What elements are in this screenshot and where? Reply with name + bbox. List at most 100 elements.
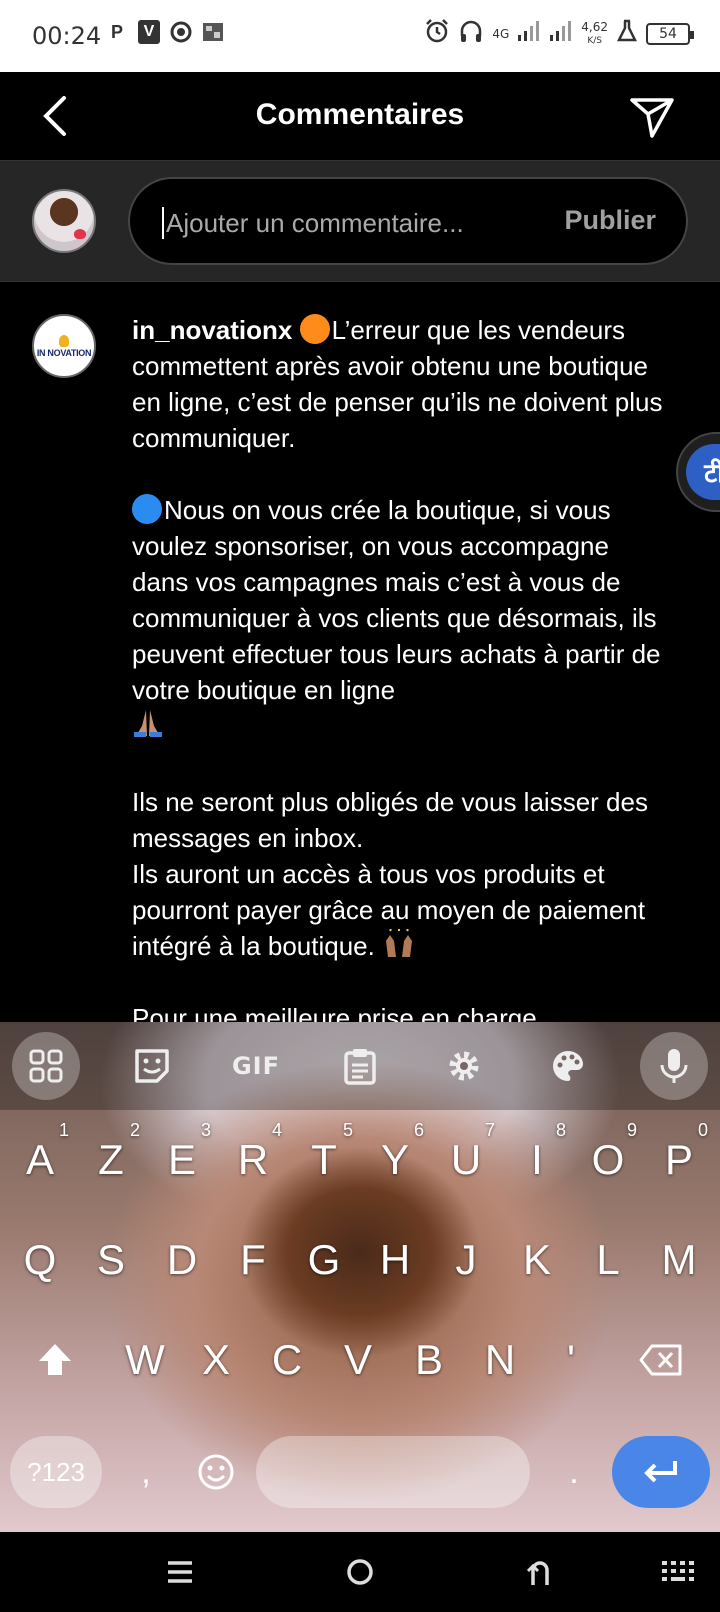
gif-button[interactable]: GIF — [222, 1032, 290, 1100]
key[interactable]: N — [465, 1312, 535, 1408]
signal-2-icon — [549, 20, 573, 47]
key[interactable]: J — [431, 1212, 501, 1308]
key-hint: 6 — [413, 1120, 424, 1140]
key[interactable]: W — [110, 1312, 180, 1408]
key[interactable]: X — [181, 1312, 251, 1408]
share-button[interactable] — [628, 92, 676, 140]
backspace-icon — [639, 1344, 682, 1376]
key[interactable]: F — [218, 1212, 288, 1308]
key-hint: 7 — [484, 1120, 495, 1140]
lightbulb-icon — [59, 334, 69, 347]
key[interactable]: E3 — [147, 1112, 217, 1208]
key[interactable]: I8 — [502, 1112, 572, 1208]
image-icon — [202, 20, 224, 44]
key[interactable]: C — [252, 1312, 322, 1408]
key-label: P — [664, 1136, 693, 1183]
keyboard-toggle-button[interactable] — [656, 1550, 700, 1594]
key-hint: 1 — [58, 1120, 69, 1140]
keyboard-row-2: Q S D F G H J K L M — [0, 1212, 720, 1312]
enter-key[interactable] — [612, 1436, 710, 1508]
symbols-key[interactable]: ?123 — [10, 1436, 102, 1508]
key-hint: 9 — [626, 1120, 637, 1140]
comment-username[interactable]: in_novationx — [132, 315, 292, 345]
home-button[interactable] — [338, 1550, 382, 1594]
apps-grid-button[interactable] — [12, 1032, 80, 1100]
comment-input-container[interactable]: Publier — [128, 177, 688, 265]
grid-icon — [29, 1049, 63, 1083]
key-hint: 4 — [271, 1120, 282, 1140]
keyboard-bottom-row: ?123 , . — [0, 1426, 720, 1526]
key-hint: 0 — [697, 1120, 708, 1140]
theme-button[interactable] — [534, 1032, 602, 1100]
voice-input-button[interactable] — [640, 1032, 708, 1100]
menu-icon — [168, 1561, 192, 1583]
key-label: E — [167, 1136, 196, 1183]
comment-paragraph-4: Pour une meilleure prise en charge — [132, 1003, 537, 1022]
key[interactable]: D — [147, 1212, 217, 1308]
comment-input[interactable] — [162, 207, 542, 239]
publish-button[interactable]: Publier — [564, 205, 656, 236]
key[interactable]: S — [76, 1212, 146, 1308]
comment-input-bar: Publier — [0, 160, 720, 282]
key-label: R — [237, 1136, 269, 1183]
key[interactable]: P0 — [644, 1112, 714, 1208]
speed-unit: K/S — [587, 35, 602, 46]
comma-key[interactable]: , — [126, 1436, 166, 1508]
key[interactable]: A1 — [5, 1112, 75, 1208]
key-label: Z — [98, 1136, 124, 1183]
avatar-logo-text: IN NOVATION — [36, 347, 92, 358]
network-label: 4G — [492, 26, 510, 41]
key[interactable]: Y6 — [360, 1112, 430, 1208]
key[interactable]: B — [394, 1312, 464, 1408]
key[interactable]: H — [360, 1212, 430, 1308]
key[interactable]: R4 — [218, 1112, 288, 1208]
author-avatar[interactable]: IN NOVATION — [32, 314, 96, 378]
praying-hands-emoji — [132, 710, 164, 745]
keyboard-row-3: W X C V B N ' — [0, 1312, 720, 1412]
blue-circle-emoji — [132, 494, 162, 524]
status-bar: 00:24 P V 4G 4,62 K/S 54 — [0, 0, 720, 72]
on-screen-keyboard: GIF A1 Z2 E3 R4 T5 Y6 U7 I8 O9 P0 Q S D … — [0, 1022, 720, 1532]
signal-icon — [517, 20, 541, 47]
home-circle-icon — [347, 1559, 373, 1585]
key-label: Y — [380, 1136, 409, 1183]
key[interactable]: ' — [536, 1312, 606, 1408]
back-nav-icon — [526, 1561, 549, 1585]
enter-icon — [644, 1461, 677, 1483]
key[interactable]: M — [644, 1212, 714, 1308]
speed-value: 4,62 — [581, 19, 608, 34]
sticker-icon — [135, 1049, 169, 1083]
back-nav-button[interactable] — [518, 1550, 562, 1594]
period-key[interactable]: . — [554, 1436, 594, 1508]
network-type: 4G — [492, 28, 509, 40]
key[interactable]: T5 — [289, 1112, 359, 1208]
key-label: A — [25, 1136, 54, 1183]
key[interactable]: U7 — [431, 1112, 501, 1208]
status-time: 00:24 — [32, 22, 102, 50]
battery-indicator: 54 — [646, 22, 694, 45]
shift-key[interactable] — [20, 1312, 90, 1408]
key[interactable]: G — [289, 1212, 359, 1308]
recents-button[interactable] — [158, 1550, 202, 1594]
space-key[interactable] — [256, 1436, 530, 1508]
clipboard-button[interactable] — [326, 1032, 394, 1100]
gif-label: GIF — [231, 1052, 281, 1080]
key[interactable]: V — [323, 1312, 393, 1408]
v-icon: V — [138, 20, 160, 44]
translate-icon: टी — [686, 444, 720, 500]
key[interactable]: K — [502, 1212, 572, 1308]
shift-icon — [39, 1344, 71, 1375]
settings-button[interactable] — [430, 1032, 498, 1100]
key[interactable]: Q — [5, 1212, 75, 1308]
emoji-key[interactable] — [188, 1436, 244, 1508]
sticker-button[interactable] — [118, 1032, 186, 1100]
backspace-key[interactable] — [626, 1312, 696, 1408]
key[interactable]: L — [573, 1212, 643, 1308]
key[interactable]: O9 — [573, 1112, 643, 1208]
keyboard-icon — [662, 1561, 694, 1581]
key-hint: 3 — [200, 1120, 211, 1140]
key[interactable]: Z2 — [76, 1112, 146, 1208]
flask-icon — [616, 19, 638, 48]
comment-body: in_novationx L’erreur que les vendeurs c… — [132, 312, 672, 1022]
system-status: 4G 4,62 K/S 54 — [424, 18, 694, 49]
